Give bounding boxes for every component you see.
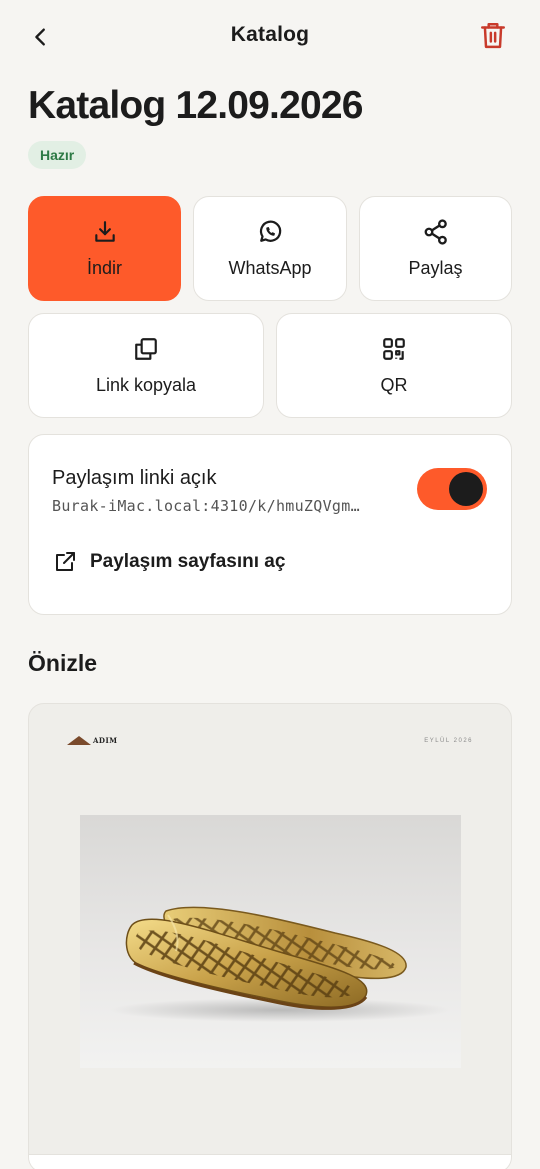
download-button[interactable]: İndir <box>28 196 181 301</box>
share-label: Paylaş <box>408 258 463 278</box>
whatsapp-button[interactable]: WhatsApp <box>193 196 347 301</box>
copy-icon <box>132 335 160 363</box>
qr-code-icon <box>380 335 408 363</box>
whatsapp-label: WhatsApp <box>228 258 312 278</box>
share-link-toggle[interactable] <box>417 468 487 510</box>
catalog-preview[interactable]: ADIM EYLÜL 2026 <box>28 703 512 1169</box>
copy-link-button[interactable]: Link kopyala <box>28 313 264 418</box>
share-link-url[interactable]: Burak-iMac.local:4310/k/hmuZQVgm… <box>52 497 404 515</box>
preview-footer <box>29 1154 511 1169</box>
download-icon <box>91 218 119 246</box>
product-photo <box>80 815 461 1068</box>
toggle-knob <box>449 472 483 506</box>
download-label: İndir <box>86 258 122 278</box>
screen-title: Katalog <box>230 23 310 46</box>
qr-label: QR <box>380 375 408 395</box>
trash-icon <box>480 22 506 49</box>
preview-date-label: EYLÜL 2026 <box>424 738 473 744</box>
whatsapp-icon <box>256 218 284 246</box>
external-link-icon <box>52 549 78 575</box>
catalog-title: Katalog 12.09.2026 <box>28 84 363 127</box>
gold-flat-shoes-image <box>110 906 450 1022</box>
open-share-page-label: Paylaşım sayfasını aç <box>90 551 286 572</box>
brand-name: ADIM <box>93 736 118 745</box>
roof-logo-icon <box>67 736 91 745</box>
preview-section-title: Önizle <box>28 650 98 676</box>
delete-button[interactable] <box>476 18 510 52</box>
open-share-page-button[interactable]: Paylaşım sayfasını aç <box>52 545 285 579</box>
share-link-status: Paylaşım linki açık <box>52 467 217 489</box>
qr-button[interactable]: QR <box>276 313 512 418</box>
share-icon <box>422 218 450 246</box>
top-bar: Katalog <box>0 0 540 72</box>
share-button[interactable]: Paylaş <box>359 196 512 301</box>
copy-link-label: Link kopyala <box>95 375 197 395</box>
share-link-card: Paylaşım linki açık Burak-iMac.local:431… <box>28 434 512 615</box>
status-badge: Hazır <box>28 141 87 169</box>
brand-logo: ADIM <box>67 736 118 745</box>
